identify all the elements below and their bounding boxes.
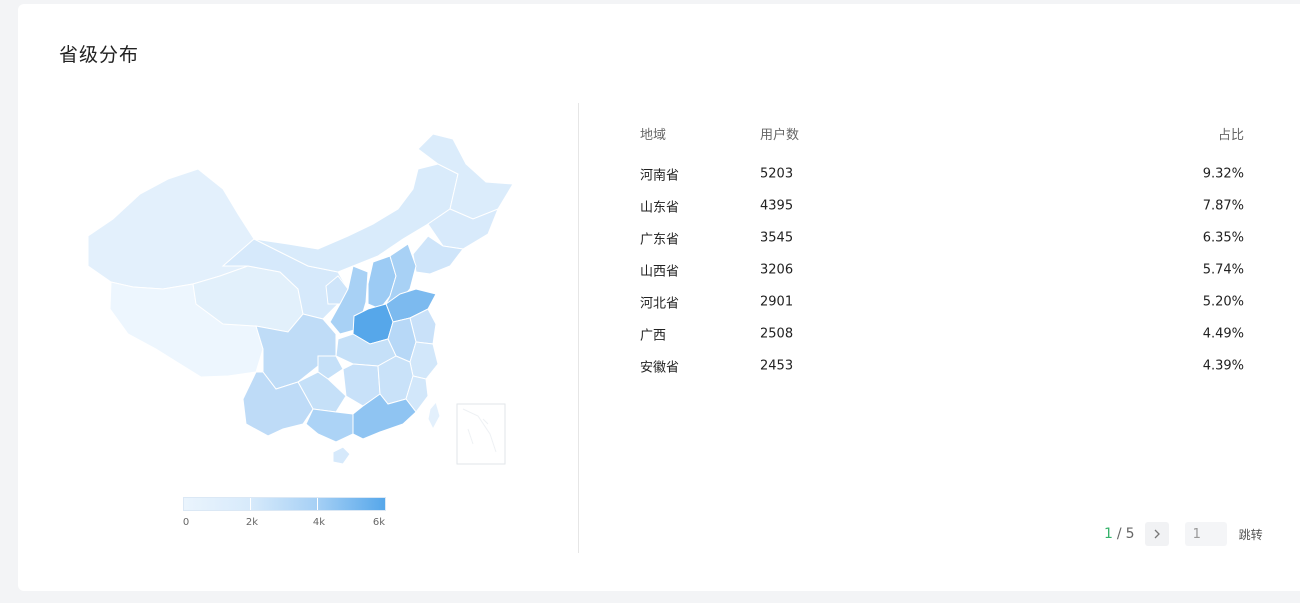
- legend-ticks: 0 2k 4k 6k: [183, 517, 385, 533]
- table-row: 山西省 3206 5.74%: [640, 254, 1244, 286]
- map-region-xinjiang[interactable]: [87, 168, 255, 290]
- cell-users: 2508: [760, 326, 794, 342]
- legend-tick-4k: 4k: [312, 517, 326, 528]
- cell-users: 3545: [760, 230, 794, 246]
- cell-users: 2901: [760, 294, 794, 310]
- cell-region: 广东省: [640, 232, 680, 248]
- pagination: 1 / 5 跳转: [1104, 522, 1263, 546]
- map-region-guangxi[interactable]: [305, 408, 354, 443]
- south-china-sea-islands: [462, 408, 497, 453]
- map-region-zhejiang-shanghai[interactable]: [409, 341, 439, 380]
- cell-share: 7.87%: [1202, 198, 1244, 214]
- table-row: 广西 2508 4.49%: [640, 318, 1244, 350]
- cell-share: 4.39%: [1202, 358, 1244, 374]
- cell-region: 安徽省: [640, 360, 680, 376]
- cell-region: 广西: [640, 328, 667, 344]
- cell-region: 山西省: [640, 264, 680, 280]
- table-header: 地域 用户数 占比: [640, 118, 1244, 158]
- legend-gradient-bar: [183, 497, 386, 511]
- header-region: 地域: [640, 128, 667, 143]
- next-page-button[interactable]: [1144, 522, 1169, 546]
- south-china-sea-inset: [456, 403, 506, 465]
- cell-share: 5.74%: [1202, 262, 1244, 278]
- cell-share: 9.32%: [1202, 166, 1244, 182]
- page-separator: /: [1116, 526, 1122, 542]
- card-title: 省级分布: [59, 44, 140, 66]
- panel-divider: [578, 103, 579, 553]
- cell-region: 河南省: [640, 168, 680, 184]
- region-table: 地域 用户数 占比 河南省 5203 9.32% 山东省 4395 7.87% …: [640, 118, 1244, 382]
- cell-users: 5203: [760, 166, 794, 182]
- header-users: 用户数: [760, 128, 800, 143]
- jump-button[interactable]: 跳转: [1239, 526, 1263, 543]
- table-row: 河南省 5203 9.32%: [640, 158, 1244, 190]
- total-pages: 5: [1125, 526, 1135, 542]
- table-row: 广东省 3545 6.35%: [640, 222, 1244, 254]
- chevron-right-icon: [1154, 529, 1160, 539]
- color-legend: 0 2k 4k 6k: [183, 497, 386, 533]
- cell-region: 山东省: [640, 200, 680, 216]
- legend-tick-2k: 2k: [245, 517, 259, 528]
- legend-tick-6k: 6k: [372, 517, 386, 528]
- cell-share: 6.35%: [1202, 230, 1244, 246]
- table-row: 河北省 2901 5.20%: [640, 286, 1244, 318]
- cell-users: 4395: [760, 198, 794, 214]
- table-row: 山东省 4395 7.87%: [640, 190, 1244, 222]
- header-share: 占比: [1217, 128, 1244, 143]
- map-region-taiwan[interactable]: [427, 400, 441, 431]
- cell-region: 河北省: [640, 296, 680, 312]
- legend-tick-0: 0: [182, 517, 190, 528]
- cell-share: 5.20%: [1202, 294, 1244, 310]
- china-choropleth-map: 0 2k 4k 6k: [58, 114, 548, 534]
- cell-users: 2453: [760, 358, 794, 374]
- table-row: 安徽省 2453 4.39%: [640, 350, 1244, 382]
- current-page: 1: [1104, 526, 1113, 542]
- map-region-hainan[interactable]: [332, 446, 351, 465]
- page-jump-input[interactable]: [1184, 522, 1227, 546]
- cell-share: 4.49%: [1202, 326, 1244, 342]
- map-svg: [87, 133, 514, 465]
- cell-users: 3206: [760, 262, 794, 278]
